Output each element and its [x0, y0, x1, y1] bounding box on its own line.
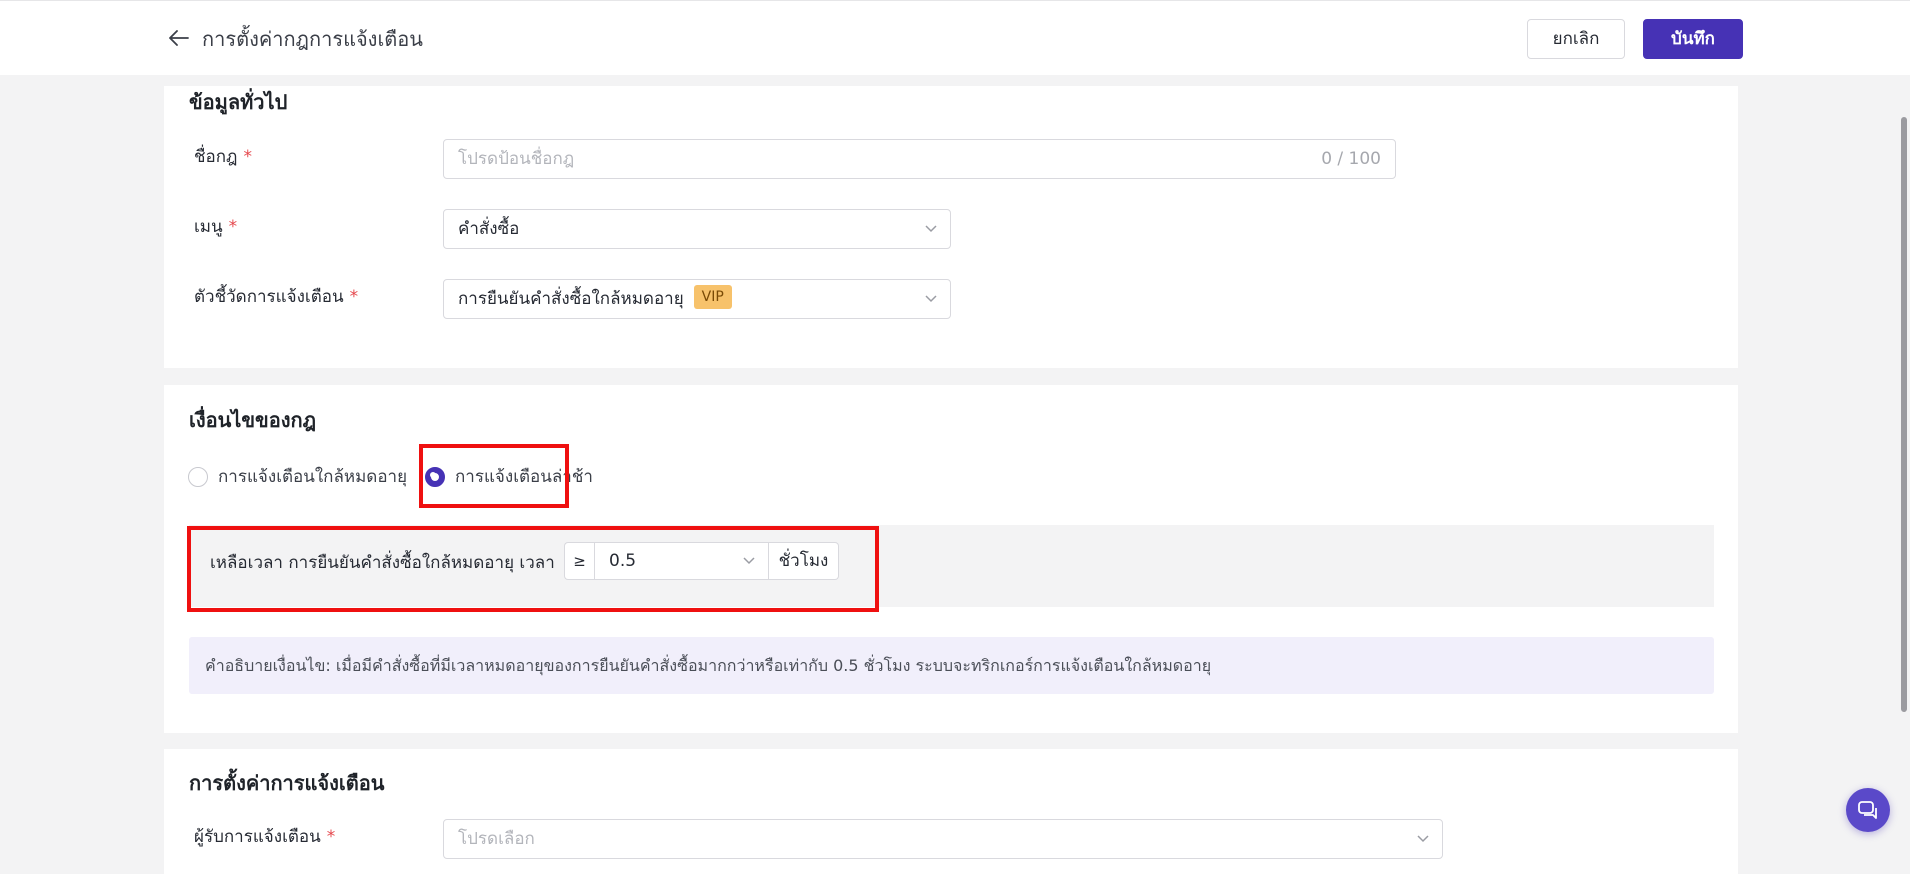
indicator-select-value: การยืนยันคำสั่งซื้อใกล้หมดอายุ — [458, 289, 684, 309]
rule-name-label: ชื่อกฎ * — [194, 145, 252, 169]
scrollbar-thumb[interactable] — [1901, 117, 1907, 712]
top-bar: การตั้งค่ากฎการแจ้งเตือน ยกเลิก บันทึก — [0, 0, 1910, 75]
vip-badge: VIP — [693, 285, 732, 309]
required-mark: * — [349, 287, 359, 307]
chevron-down-icon — [924, 222, 938, 236]
rule-name-label-text: ชื่อกฎ — [194, 147, 238, 167]
indicator-label-text: ตัวชี้วัดการแจ้งเตือน — [194, 287, 344, 307]
menu-label-text: เมนู — [194, 217, 223, 237]
scrollbar[interactable] — [1898, 75, 1910, 874]
highlight-box — [419, 444, 569, 508]
required-mark: * — [228, 217, 238, 237]
indicator-select[interactable]: การยืนยันคำสั่งซื้อใกล้หมดอายุ VIP — [443, 279, 951, 319]
back-button[interactable] — [166, 25, 192, 51]
recipient-placeholder: โปรดเลือก — [458, 829, 535, 849]
rule-conditions-card: เงื่อนไขของกฎ การแจ้งเตือนใกล้หมดอายุ กา… — [164, 385, 1738, 733]
rule-name-input[interactable]: โปรดป้อนชื่อกฎ 0 / 100 — [443, 139, 1396, 179]
cancel-button[interactable]: ยกเลิก — [1527, 19, 1625, 59]
recipient-label: ผู้รับการแจ้งเตือน * — [194, 825, 335, 849]
radio-near-expiry[interactable]: การแจ้งเตือนใกล้หมดอายุ — [188, 463, 407, 490]
arrow-left-icon — [169, 30, 189, 46]
menu-label: เมนู * — [194, 215, 237, 239]
radio-circle — [188, 466, 208, 487]
condition-description: คำอธิบายเงื่อนไข: เมื่อมีคำสั่งซื้อที่มี… — [189, 637, 1714, 694]
notification-settings-card: การตั้งค่าการแจ้งเตือน ผู้รับการแจ้งเตือ… — [164, 749, 1738, 874]
chevron-down-icon — [1416, 832, 1430, 846]
menu-select[interactable]: คำสั่งซื้อ — [443, 209, 951, 249]
required-mark: * — [243, 147, 252, 167]
chat-icon — [1858, 801, 1877, 819]
chat-button[interactable] — [1846, 788, 1890, 832]
general-section-title: ข้อมูลทั่วไป — [189, 90, 288, 114]
conditions-section-title: เงื่อนไขของกฎ — [189, 408, 317, 432]
radio-near-expiry-label: การแจ้งเตือนใกล้หมดอายุ — [218, 467, 408, 487]
notification-section-title: การตั้งค่าการแจ้งเตือน — [189, 771, 385, 795]
recipient-label-text: ผู้รับการแจ้งเตือน — [194, 827, 321, 847]
chevron-down-icon — [924, 292, 938, 306]
rule-name-counter: 0 / 100 — [1321, 149, 1381, 169]
recipient-select[interactable]: โปรดเลือก — [443, 819, 1443, 859]
save-button[interactable]: บันทึก — [1643, 19, 1743, 59]
rule-name-placeholder: โปรดป้อนชื่อกฎ — [458, 149, 575, 169]
indicator-label: ตัวชี้วัดการแจ้งเตือน * — [194, 285, 358, 309]
required-mark: * — [326, 827, 336, 847]
page-title: การตั้งค่ากฎการแจ้งเตือน — [202, 27, 423, 51]
menu-select-value: คำสั่งซื้อ — [458, 219, 520, 239]
general-info-card: ข้อมูลทั่วไป ชื่อกฎ * โปรดป้อนชื่อกฎ 0 / … — [164, 86, 1738, 368]
highlight-box — [187, 526, 879, 612]
